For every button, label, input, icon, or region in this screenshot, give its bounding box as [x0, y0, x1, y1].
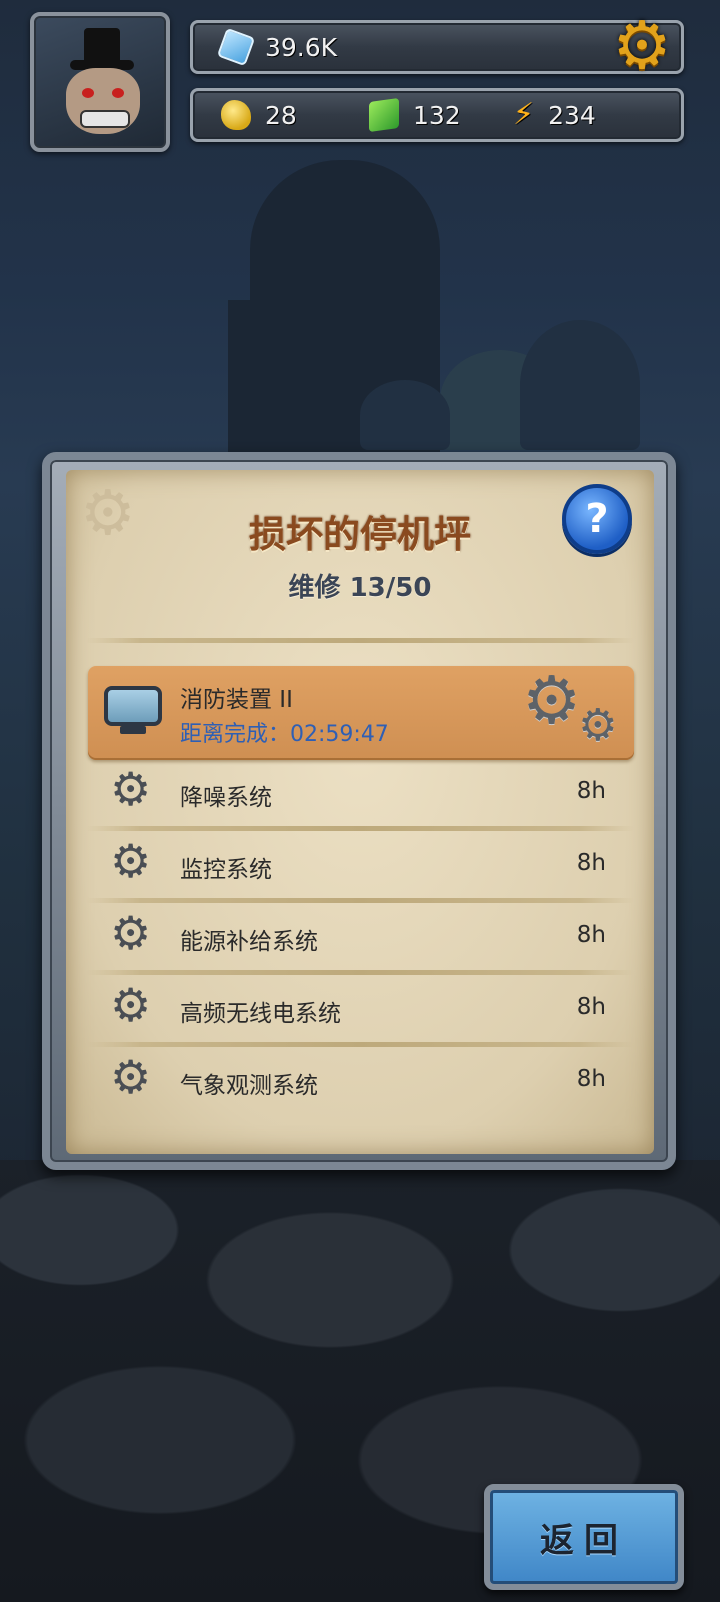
monitor-base — [120, 726, 146, 734]
cube-amount: 132 — [413, 100, 461, 130]
green-cube-icon — [369, 97, 399, 133]
crystal-amount: 39.6K — [265, 32, 338, 62]
item-label: 高频无线电系统 — [180, 1001, 341, 1027]
item-duration: 8h — [576, 994, 606, 1020]
gear-icon: ⚙ — [110, 1050, 152, 1104]
hat-graphic — [84, 28, 120, 64]
back-button-label: 返回 — [540, 1520, 628, 1561]
active-item-name: 消防装置 II — [180, 687, 293, 713]
divider — [86, 638, 634, 643]
working-gear-icon: ⚙ — [522, 662, 582, 739]
dome-silhouette — [520, 320, 640, 450]
cube-counter: 132 — [369, 91, 461, 139]
item-label: 监控系统 — [180, 857, 272, 883]
item-label: 降噪系统 — [180, 785, 272, 811]
energy-amount: 234 — [548, 100, 596, 130]
list-item[interactable]: ⚙ 高频无线电系统 8h — [88, 974, 634, 1044]
item-duration: 8h — [576, 850, 606, 876]
character-mouth — [80, 110, 130, 128]
player-avatar[interactable] — [30, 12, 170, 152]
crystal-counter: 39.6K — [216, 23, 338, 71]
list-item[interactable]: ⚙ 降噪系统 8h — [88, 758, 634, 828]
item-duration: 8h — [576, 778, 606, 804]
list-item[interactable]: ⚙ 能源补给系统 8h — [88, 902, 634, 972]
item-duration: 8h — [576, 1066, 606, 1092]
gear-icon: ⚙ — [110, 762, 152, 816]
gear-icon: ⚙ — [110, 978, 152, 1032]
gold-nugget-icon — [221, 100, 251, 130]
gold-amount: 28 — [265, 100, 297, 130]
character-eye — [82, 88, 94, 98]
item-duration: 8h — [576, 922, 606, 948]
lightning-icon: ⚡ — [513, 97, 535, 132]
help-button[interactable]: ? — [562, 484, 632, 554]
back-button[interactable]: 返回 — [484, 1484, 684, 1590]
settings-gear-icon[interactable]: ⚙ — [606, 10, 678, 82]
pipe-silhouette — [228, 300, 268, 460]
character-eye — [112, 88, 124, 98]
item-label: 能源补给系统 — [180, 929, 318, 955]
item-label: 气象观测系统 — [180, 1073, 318, 1099]
working-gear-small-icon: ⚙ — [578, 700, 618, 751]
monitor-icon — [104, 686, 162, 736]
energy-counter: ⚡ 234 — [513, 91, 596, 139]
dome-silhouette — [360, 380, 450, 450]
repair-progress: 维修 13/50 — [288, 573, 432, 603]
gear-icon: ⚙ — [110, 834, 152, 888]
list-item[interactable]: ⚙ 气象观测系统 8h — [88, 1046, 634, 1116]
gold-counter: 28 — [221, 91, 297, 139]
resource-bar: 28 132 ⚡ 234 — [190, 88, 684, 142]
list-item[interactable]: ⚙ 监控系统 8h — [88, 830, 634, 900]
monitor-screen — [104, 686, 162, 726]
gear-icon: ⚙ — [110, 906, 152, 960]
crystal-icon — [216, 27, 256, 67]
active-item-countdown: 距离完成：02:59:47 — [180, 722, 389, 747]
question-icon: ? — [585, 496, 609, 542]
